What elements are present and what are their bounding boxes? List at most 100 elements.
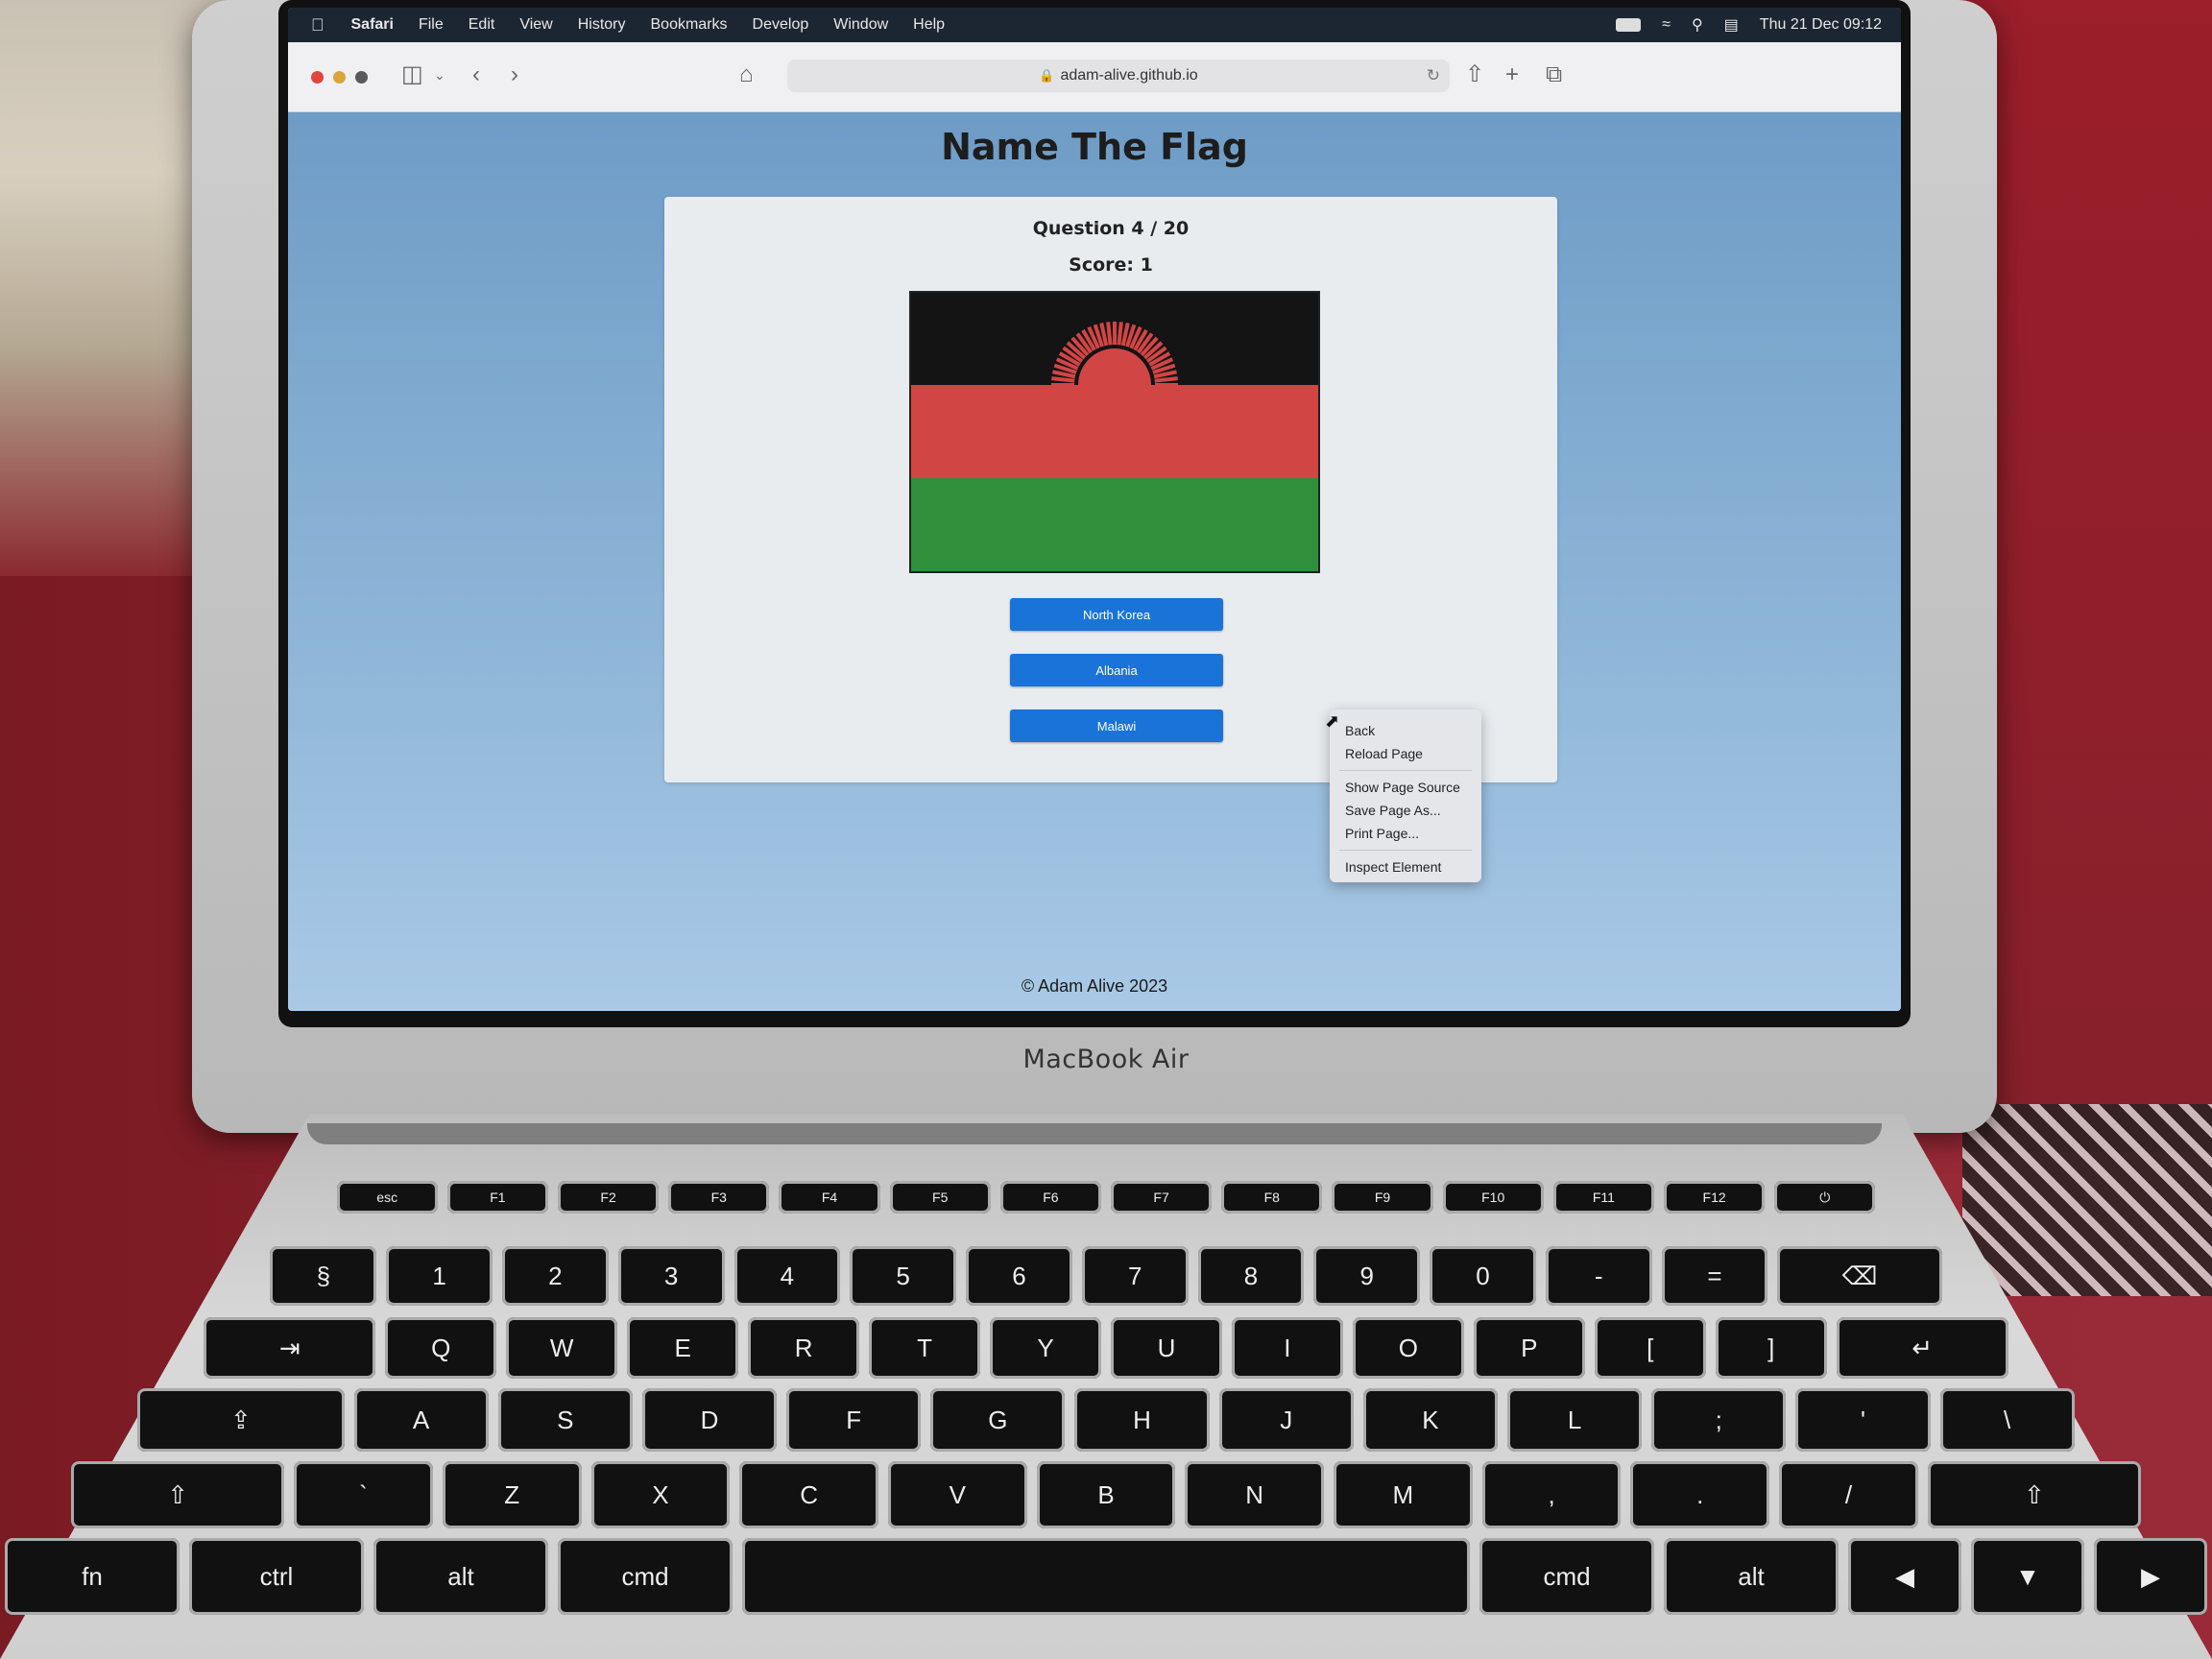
context-menu-inspect-element[interactable]: Inspect Element xyxy=(1330,855,1481,878)
menu-history[interactable]: History xyxy=(578,16,626,34)
keyboard-key[interactable]: esc xyxy=(336,1181,438,1214)
menu-safari[interactable]: Safari xyxy=(351,16,394,34)
keyboard-key[interactable]: / xyxy=(1779,1461,1918,1528)
key-space[interactable] xyxy=(742,1538,1470,1615)
address-bar[interactable]: 🔒 adam-alive.github.io ↻ xyxy=(787,60,1450,92)
keyboard-key[interactable]: U xyxy=(1111,1317,1222,1379)
keyboard-key[interactable]: ▼ xyxy=(1971,1538,2084,1615)
zoom-window-button[interactable] xyxy=(355,71,368,84)
keyboard-key[interactable]: [ xyxy=(1594,1317,1706,1379)
apple-icon[interactable]:  xyxy=(311,15,325,36)
keyboard-key[interactable]: M xyxy=(1334,1461,1473,1528)
keyboard-key[interactable]: F8 xyxy=(1221,1181,1323,1214)
back-icon[interactable]: ‹ xyxy=(472,60,480,90)
keyboard-key[interactable]: D xyxy=(641,1388,778,1452)
keyboard-key[interactable]: 1 xyxy=(386,1246,493,1306)
keyboard-key[interactable]: G xyxy=(930,1388,1066,1452)
keyboard-key[interactable]: A xyxy=(353,1388,489,1452)
keyboard-key[interactable]: 6 xyxy=(966,1246,1072,1306)
keyboard-key[interactable]: ' xyxy=(1795,1388,1931,1452)
keyboard-key[interactable]: 2 xyxy=(502,1246,609,1306)
context-menu-print-page[interactable]: Print Page... xyxy=(1330,822,1481,845)
answer-button-albania[interactable]: Albania xyxy=(1010,654,1223,686)
keyboard-key[interactable]: ; xyxy=(1651,1388,1787,1452)
keyboard-key[interactable]: - xyxy=(1545,1246,1652,1306)
forward-icon[interactable]: › xyxy=(511,60,518,90)
keyboard-key[interactable]: Q xyxy=(385,1317,497,1379)
menu-develop[interactable]: Develop xyxy=(753,16,809,34)
context-menu-show-page-source[interactable]: Show Page Source xyxy=(1330,776,1481,799)
keyboard-key[interactable]: F9 xyxy=(1332,1181,1433,1214)
keyboard-key[interactable]: L xyxy=(1507,1388,1643,1452)
keyboard-key[interactable]: E xyxy=(627,1317,739,1379)
menubar-datetime[interactable]: Thu 21 Dec 09:12 xyxy=(1760,16,1882,34)
keyboard-key[interactable]: § xyxy=(270,1246,377,1306)
keyboard-key[interactable]: ⇧ xyxy=(1927,1461,2141,1528)
keyboard-key[interactable]: F1 xyxy=(446,1181,548,1214)
reload-icon[interactable]: ↻ xyxy=(1427,66,1440,85)
keyboard-key[interactable]: J xyxy=(1218,1388,1354,1452)
menu-view[interactable]: View xyxy=(519,16,552,34)
keyboard-key[interactable]: = xyxy=(1661,1246,1768,1306)
keyboard-key[interactable]: 4 xyxy=(733,1246,841,1306)
keyboard-key[interactable]: ⇥ xyxy=(204,1317,376,1379)
keyboard-key[interactable]: cmd xyxy=(1479,1538,1654,1615)
keyboard-key[interactable]: \ xyxy=(1939,1388,2075,1452)
control-center-icon[interactable]: ▤ xyxy=(1724,15,1739,35)
keyboard-key[interactable]: C xyxy=(739,1461,878,1528)
keyboard-key[interactable]: I xyxy=(1231,1317,1343,1379)
keyboard-key[interactable]: W xyxy=(506,1317,618,1379)
keyboard-key[interactable]: fn xyxy=(5,1538,180,1615)
battery-icon[interactable] xyxy=(1616,18,1642,32)
keyboard-key[interactable]: F6 xyxy=(999,1181,1101,1214)
keyboard-key[interactable]: F5 xyxy=(889,1181,991,1214)
keyboard-key[interactable]: V xyxy=(887,1461,1027,1528)
keyboard-key[interactable]: , xyxy=(1481,1461,1622,1528)
keyboard-key[interactable]: F7 xyxy=(1111,1181,1213,1214)
keyboard-key[interactable]: 8 xyxy=(1197,1246,1305,1306)
menu-file[interactable]: File xyxy=(419,16,444,34)
keyboard-key[interactable]: ` xyxy=(294,1461,433,1528)
close-window-button[interactable] xyxy=(311,71,324,84)
keyboard-key[interactable]: R xyxy=(748,1317,860,1379)
tab-overview-icon[interactable]: ⧉ xyxy=(1546,60,1562,90)
keyboard-key[interactable]: ctrl xyxy=(189,1538,364,1615)
keyboard-key[interactable]: F3 xyxy=(668,1181,770,1214)
keyboard-key[interactable]: F12 xyxy=(1664,1181,1766,1214)
wifi-icon[interactable]: ≈ xyxy=(1662,16,1671,34)
keyboard-key[interactable]: ⌫ xyxy=(1777,1246,1942,1306)
keyboard-key[interactable]: ↵ xyxy=(1836,1317,2008,1379)
menu-bookmarks[interactable]: Bookmarks xyxy=(651,16,728,34)
context-menu-save-page-as[interactable]: Save Page As... xyxy=(1330,799,1481,822)
share-icon[interactable]: ⇧ xyxy=(1465,60,1484,90)
keyboard-key[interactable]: ◀ xyxy=(1848,1538,1961,1615)
keyboard-key[interactable]: F xyxy=(786,1388,922,1452)
new-tab-icon[interactable]: + xyxy=(1505,60,1519,90)
keyboard-key[interactable]: alt xyxy=(1664,1538,1839,1615)
keyboard-key[interactable]: X xyxy=(590,1461,731,1528)
context-menu-reload-page[interactable]: Reload Page xyxy=(1330,742,1481,765)
keyboard-key[interactable]: ⇪ xyxy=(137,1388,345,1452)
keyboard-key[interactable]: F11 xyxy=(1552,1181,1654,1214)
keyboard-key[interactable]: Y xyxy=(990,1317,1101,1379)
keyboard-key[interactable]: 0 xyxy=(1430,1246,1536,1306)
keyboard-key[interactable]: K xyxy=(1362,1388,1498,1452)
keyboard-key[interactable]: B xyxy=(1036,1461,1176,1528)
keyboard-key[interactable]: F4 xyxy=(779,1181,880,1214)
home-icon[interactable]: ⌂ xyxy=(739,60,754,90)
menu-help[interactable]: Help xyxy=(913,16,945,34)
menu-edit[interactable]: Edit xyxy=(469,16,495,34)
keyboard-key[interactable]: ⇧ xyxy=(71,1461,285,1528)
keyboard-key[interactable]: 5 xyxy=(850,1246,957,1306)
keyboard-key[interactable]: 3 xyxy=(617,1246,725,1306)
keyboard-key[interactable]: P xyxy=(1473,1317,1585,1379)
context-menu-back[interactable]: Back xyxy=(1330,719,1481,742)
keyboard-key[interactable]: 7 xyxy=(1081,1246,1189,1306)
keyboard-key[interactable]: ⏻ xyxy=(1774,1181,1876,1214)
menu-window[interactable]: Window xyxy=(833,16,888,34)
keyboard-key[interactable]: F10 xyxy=(1442,1181,1544,1214)
keyboard-key[interactable]: F2 xyxy=(558,1181,660,1214)
minimize-window-button[interactable] xyxy=(333,71,346,84)
search-icon[interactable]: ⚲ xyxy=(1692,15,1703,35)
keyboard-key[interactable]: Z xyxy=(442,1461,582,1528)
